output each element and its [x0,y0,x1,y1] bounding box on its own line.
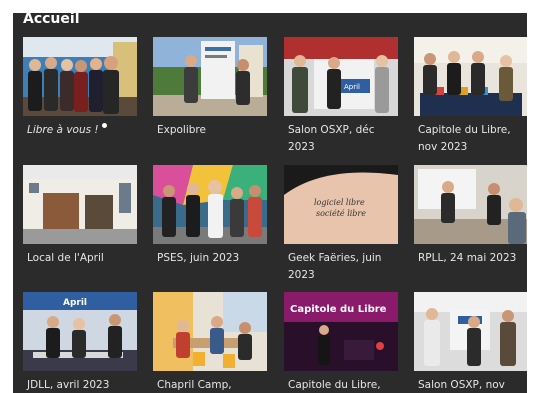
thumbnail-image[interactable] [23,37,137,116]
thumbnail-image[interactable] [153,165,267,244]
thumbnail-image[interactable] [414,37,527,116]
thumbnail-image[interactable] [414,292,527,371]
gallery-item-jdll-2023[interactable]: April JDLL, avril 2023 [23,292,137,393]
gallery-item-rpll-2023[interactable]: RPLL, 24 mai 2023 [414,165,527,267]
gallery-panel: Accueil Libre à vous ! Expolibre April S… [13,13,527,393]
gallery-caption[interactable]: Capitole du Libre, [284,377,398,393]
gallery-item-local-april[interactable]: Local de l'April [23,165,137,267]
thumbnail-image[interactable] [414,165,527,244]
gallery-caption[interactable]: Geek Faëries, juin 2023 [284,250,398,284]
gallery-caption[interactable]: Salon OSXP, déc 2023 [284,122,398,156]
thumbnail-image[interactable] [153,37,267,116]
gallery-item-capitole-talk[interactable]: Capitole du Libre Capitole du Libre, [284,292,398,393]
gallery-caption[interactable]: Libre à vous ! [23,122,137,139]
tattoo-text-line1: logiciel libre [314,198,365,207]
gallery-item-geek-faeries[interactable]: logiciel libre société libre Geek Faërie… [284,165,398,284]
gallery-item-osxp-2023[interactable]: April Salon OSXP, déc 2023 [284,37,398,156]
april-logo-text: April [344,83,360,91]
thumbnail-image[interactable]: Capitole du Libre [284,292,398,371]
thumbnail-image[interactable]: April [284,37,398,116]
thumbnail-image[interactable] [153,292,267,371]
gallery-caption[interactable]: JDLL, avril 2023 [23,377,137,393]
april-logo-text: April [63,298,87,308]
capitole-banner-text: Capitole du Libre [290,304,387,315]
gallery-item-osxp-2022[interactable]: Salon OSXP, nov 2022 [414,292,527,393]
gallery-caption[interactable]: Local de l'April [23,250,137,267]
marker-dot-icon [101,123,107,128]
gallery-caption[interactable]: Salon OSXP, nov 2022 [414,377,527,393]
gallery-caption[interactable]: PSES, juin 2023 [153,250,267,267]
gallery-item-chapril-camp[interactable]: Chapril Camp, février [153,292,267,393]
gallery-item-libre-a-vous[interactable]: Libre à vous ! [23,37,137,139]
gallery-caption[interactable]: Chapril Camp, février [153,377,267,393]
thumbnail-image[interactable]: April [23,292,137,371]
gallery-item-pses-2023[interactable]: PSES, juin 2023 [153,165,267,267]
gallery-item-capitole-2023[interactable]: Capitole du Libre, nov 2023 [414,37,527,156]
gallery-item-expolibre[interactable]: Expolibre [153,37,267,139]
thumbnail-image[interactable]: logiciel libre société libre [284,165,398,244]
page-title: Accueil [23,13,80,27]
tattoo-text-line2: société libre [316,209,366,218]
gallery-caption[interactable]: Expolibre [153,122,267,139]
gallery-caption[interactable]: RPLL, 24 mai 2023 [414,250,527,267]
thumbnail-image[interactable] [23,165,137,244]
gallery-caption[interactable]: Capitole du Libre, nov 2023 [414,122,527,156]
